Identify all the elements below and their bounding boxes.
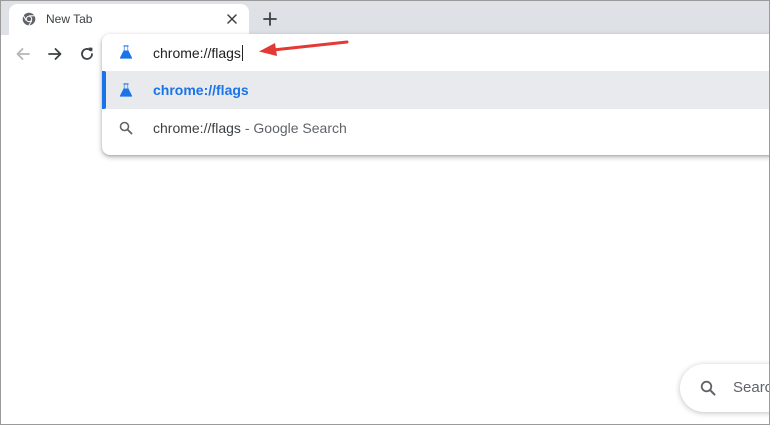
ntp-search-box[interactable]: Search (680, 364, 769, 412)
suggestion-text: chrome://flags (153, 82, 249, 98)
forward-arrow-icon (48, 48, 62, 60)
omnibox-input[interactable]: chrome://flags (153, 44, 243, 62)
chrome-logo-icon (22, 12, 36, 26)
selection-indicator (102, 71, 106, 109)
search-icon (119, 121, 133, 135)
flask-icon (119, 45, 133, 59)
forward-button[interactable] (43, 42, 67, 66)
close-icon (227, 14, 237, 24)
annotation-arrow (259, 40, 349, 56)
tab-title: New Tab (46, 12, 93, 26)
omnibox-dropdown: chrome://flags chrome://flags chrome://f… (102, 34, 769, 155)
tab-new-tab[interactable]: New Tab (9, 4, 249, 35)
suggestion-suffix: Google Search (253, 120, 347, 136)
ntp-search-placeholder: Search (733, 379, 769, 396)
omnibox-input-text: chrome://flags (153, 45, 241, 61)
plus-icon (263, 12, 277, 26)
browser-window: New Tab chrome://flags chrome://flags ch… (0, 0, 770, 425)
reload-button[interactable] (75, 42, 99, 66)
suggestion-row-flags[interactable]: chrome://flags (102, 71, 769, 109)
suggestion-query: chrome://flags (153, 120, 241, 136)
suggestion-text: chrome://flags - Google Search (153, 120, 347, 136)
tab-strip: New Tab (1, 1, 769, 35)
tab-close-button[interactable] (223, 10, 241, 28)
new-tab-button[interactable] (259, 8, 281, 30)
back-arrow-icon (16, 48, 30, 60)
suggestion-row-google-search[interactable]: chrome://flags - Google Search (102, 109, 769, 147)
text-caret (241, 45, 243, 61)
flask-icon (119, 83, 133, 97)
search-icon (700, 380, 716, 396)
suggestion-url: chrome://flags (153, 82, 249, 98)
back-button[interactable] (11, 42, 35, 66)
omnibox[interactable]: chrome://flags (102, 34, 769, 71)
suggestion-separator: - (240, 120, 254, 136)
reload-icon (81, 47, 93, 60)
